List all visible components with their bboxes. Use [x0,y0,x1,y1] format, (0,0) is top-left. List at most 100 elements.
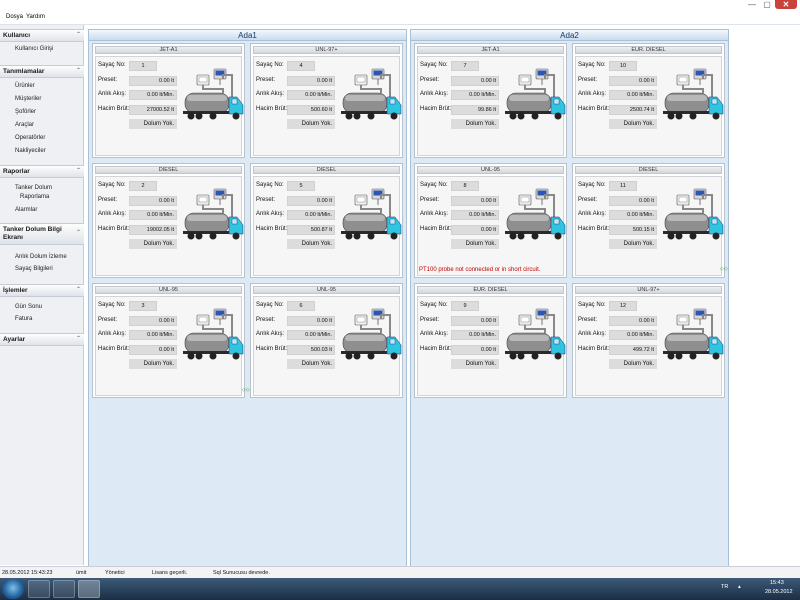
preset-field: 0.00 lt [287,196,335,206]
sidebar-item-urunler[interactable]: Ürünler [15,83,35,89]
menu-yardim[interactable]: Yardım [26,14,45,20]
field-label: Anlık Akış: [256,91,285,97]
meter-panel: Sayaç No: Preset: Anlık Akış: Hacim Brüt: 1 0… [95,56,244,156]
preset-field: 0.00 lt [287,76,335,86]
field-label: Sayaç No: [256,302,284,308]
language-indicator[interactable]: TR [721,584,728,590]
sidebar-item-raporlama[interactable]: Raporlama [20,194,49,200]
status-role: Yönetici [105,570,125,576]
sidebar-section-header[interactable]: Tanımlamalar ⌃ [0,65,84,78]
sidebar-item-kullanici-girisi[interactable]: Kullanıcı Girişi [15,46,53,52]
status-datetime: 28.05.2012 15:43:23 [2,570,53,576]
field-label: Anlık Akış: [420,331,449,337]
product-title: DIESEL [253,166,400,174]
sidebar-item-nakliyeciler[interactable]: Nakliyeciler [15,148,46,154]
field-label: Preset: [256,197,276,203]
flow-rate-field: 0.00 lt/Min. [129,210,177,220]
sidebar-item-tanker-dolum[interactable]: Tanker Dolum [15,185,52,191]
sidebar-section-islemler: İşlemler ⌃ Gün Sonu Fatura [0,284,84,322]
meter-panel: Sayaç No: Preset: Anlık Akış: Hacim Brüt: 12… [575,296,724,396]
sidebar-item-sayac-bilgileri[interactable]: Sayaç Bilgileri [15,266,53,272]
field-label: Hacim Brüt: [420,226,452,232]
meter-panel: Sayaç No: Preset: Anlık Akış: Hacim Brüt: 2 0… [95,176,244,276]
field-label: Anlık Akış: [578,91,607,97]
sidebar-item-gun-sonu[interactable]: Gün Sonu [15,304,42,310]
product-title: EUR. DIESEL [575,46,722,54]
sidebar-section-header[interactable]: Raporlar ⌃ [0,165,84,178]
start-button[interactable] [2,579,24,599]
close-icon[interactable]: ✕ [775,0,797,9]
field-label: Hacim Brüt: [256,346,288,352]
meter-panel: Sayaç No: Preset: Anlık Akış: Hacim Brüt: 6 0… [253,296,402,396]
collapse-icon[interactable]: ⌃ [76,335,81,342]
clock-time[interactable]: 15:43 [770,580,784,586]
volume-field: 499.72 lt [609,345,657,355]
field-label: Hacim Brüt: [256,106,288,112]
field-label: Sayaç No: [420,62,448,68]
tanker-truck-icon [183,308,244,360]
meter-card: UNL-95 Sayaç No: Preset: Anlık Akış: Hacim B… [92,283,245,398]
volume-field: 2500.74 lt [609,105,657,115]
field-label: Anlık Akış: [420,211,449,217]
status-field: Dolum Yok. [287,359,335,369]
meter-card: UNL-97+ Sayaç No: Preset: Anlık Akış: Hacim … [572,283,725,398]
meter-card: DIESEL Sayaç No: Preset: Anlık Akış: Hacim B… [250,163,403,278]
app-taskbar-icon[interactable] [78,580,100,598]
sidebar-section-kullanici: Kullanıcı ⌃ Kullanıcı Girişi [0,29,84,52]
sidebar-item-araclar[interactable]: Araçlar [15,122,34,128]
flow-rate-field: 0.00 lt/Min. [287,330,335,340]
product-title: UNL-95 [417,166,564,174]
sidebar-item-operatorler[interactable]: Operatörler [15,135,45,141]
sidebar-section-raporlar: Raporlar ⌃ Tanker Dolum Raporlama Alarmla… [0,165,84,213]
pager-icon[interactable]: ◇◇ [242,387,250,393]
collapse-icon[interactable]: ⌃ [76,286,81,293]
explorer-taskbar-icon[interactable] [28,580,50,598]
field-label: Hacim Brüt: [578,226,610,232]
meter-card: UNL-97+ Sayaç No: Preset: Anlık Akış: Hacim … [250,43,403,158]
sidebar-section-header[interactable]: Tanker Dolum Bilgi Ekranı ⌃ [0,223,84,245]
sidebar-item-alarmlar[interactable]: Alarmlar [15,207,37,213]
tanker-truck-icon [183,68,244,120]
collapse-icon[interactable]: ⌃ [76,31,81,38]
document-taskbar-icon[interactable] [53,580,75,598]
pager-icon[interactable]: ◇◇ [720,266,728,272]
preset-field: 0.00 lt [129,316,177,326]
island-panel-ada1: Ada1 JET-A1 Sayaç No: Preset: Anlık Akış: Ha… [88,29,407,581]
sidebar-section-header[interactable]: Kullanıcı ⌃ [0,29,84,42]
meter-card: EUR. DIESEL Sayaç No: Preset: Anlık Akış: Ha… [414,283,567,398]
collapse-icon[interactable]: ⌃ [76,67,81,74]
minimize-icon[interactable]: — [745,0,759,9]
field-label: Sayaç No: [578,182,606,188]
preset-field: 0.00 lt [451,196,499,206]
field-label: Preset: [98,77,118,83]
sidebar-item-soforler[interactable]: Şoförler [15,109,36,115]
sidebar-item-musteriler[interactable]: Müşteriler [15,96,41,102]
collapse-icon[interactable]: ⌃ [76,229,81,236]
field-label: Sayaç No: [420,182,448,188]
status-field: Dolum Yok. [609,239,657,249]
field-label: Hacim Brüt: [98,226,130,232]
volume-field: 19002.05 lt [129,225,177,235]
status-field: Dolum Yok. [287,119,335,129]
meter-number-field: 3 [129,301,157,311]
main-area: Ada1 JET-A1 Sayaç No: Preset: Anlık Akış: Ha… [85,25,800,581]
meter-number-field: 1 [129,61,157,71]
meter-number-field: 2 [129,181,157,191]
sidebar-item-fatura[interactable]: Fatura [15,316,32,322]
field-label: Preset: [256,317,276,323]
sidebar-section-header[interactable]: İşlemler ⌃ [0,284,84,297]
meter-number-field: 8 [451,181,479,191]
field-label: Anlık Akış: [98,331,127,337]
sidebar-section-header[interactable]: Ayarlar ⌃ [0,333,84,346]
field-label: Preset: [98,197,118,203]
sidebar-item-anlik-dolum[interactable]: Anlık Dolum İzleme [15,254,67,260]
clock-date[interactable]: 28.05.2012 [765,589,793,595]
meter-panel: Sayaç No: Preset: Anlık Akış: Hacim Brüt: 9 0… [417,296,566,396]
maximize-icon[interactable]: ▢ [760,0,774,9]
volume-field: 0.00 lt [129,345,177,355]
volume-field: 500.87 lt [287,225,335,235]
collapse-icon[interactable]: ⌃ [76,167,81,174]
product-title: JET-A1 [417,46,564,54]
network-icon[interactable]: ▴ [738,584,741,590]
menu-dosya[interactable]: Dosya [6,14,23,20]
